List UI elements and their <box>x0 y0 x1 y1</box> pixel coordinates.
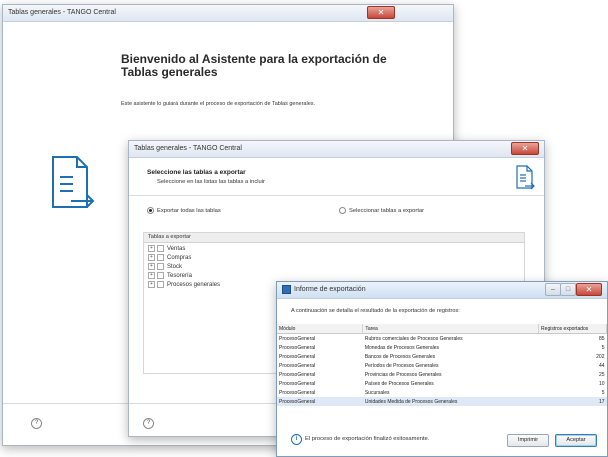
column-header[interactable]: Módulo <box>277 324 364 334</box>
select-window-title: Tablas generales - TANGO Central <box>134 145 242 152</box>
checkbox[interactable] <box>157 245 164 252</box>
table-row[interactable]: ProcesoGeneral Rubros comerciales de Pro… <box>277 334 607 344</box>
column-header[interactable]: Tarea <box>362 324 540 334</box>
radio-export-all[interactable]: Exportar todas las tablas <box>147 207 221 214</box>
radio-export-all-label: Exportar todas las tablas <box>157 208 221 215</box>
tree-item-label: Stock <box>167 264 183 271</box>
tree-item-tesoreria[interactable]: + Tesorería <box>148 272 192 279</box>
expand-icon[interactable]: + <box>148 263 155 270</box>
cell-task: Monedas de Procesos Generales <box>364 344 440 351</box>
table-row[interactable]: ProcesoGeneral Provincias de Procesos Ge… <box>277 370 607 379</box>
cell-task: Provincias de Procesos Generales <box>364 371 442 378</box>
checkbox[interactable] <box>157 281 164 288</box>
welcome-close-button[interactable]: ✕ <box>367 6 395 19</box>
tree-item-label: Tesorería <box>167 273 193 280</box>
table-row[interactable]: ProcesoGeneral Sucursales 5 <box>277 388 607 397</box>
radio-select-tables[interactable]: Seleccionar tablas a exportar <box>339 207 424 214</box>
minimize-button[interactable]: – <box>545 283 561 296</box>
report-table-header: Módulo Tarea Registros exportados <box>277 324 607 334</box>
expand-icon[interactable]: + <box>148 254 155 261</box>
cell-task: Países de Procesos Generales <box>364 380 434 387</box>
cell-module: ProcesoGeneral <box>279 371 316 378</box>
cell-count: 5 <box>601 344 605 351</box>
checkbox[interactable] <box>157 272 164 279</box>
radio-export-all-dot[interactable] <box>147 207 154 214</box>
export-report-window: Informe de exportación – □ ✕ A continuac… <box>276 281 608 457</box>
report-window-title: Informe de exportación <box>294 286 366 293</box>
tree-item-procesos-generales[interactable]: + Procesos generales <box>148 281 220 288</box>
cell-module: ProcesoGeneral <box>279 344 316 351</box>
radio-select-tables-label: Seleccionar tablas a exportar <box>349 208 425 215</box>
cell-task: Rubros comerciales de Procesos Generales <box>364 335 463 342</box>
cell-module: ProcesoGeneral <box>279 353 316 360</box>
select-heading: Seleccione las tablas a exportar <box>147 169 246 176</box>
checkbox[interactable] <box>157 263 164 270</box>
table-row[interactable]: ProcesoGeneral Monedas de Procesos Gener… <box>277 343 607 352</box>
table-row[interactable]: ProcesoGeneral Bancos de Procesos Genera… <box>277 352 607 361</box>
tree-item-label: Compras <box>167 255 192 262</box>
report-status: El proceso de exportación finalizó exito… <box>305 436 430 442</box>
cell-module: ProcesoGeneral <box>279 380 316 387</box>
document-export-icon <box>49 155 95 218</box>
select-help-icon[interactable]: ? <box>143 418 154 429</box>
accept-button[interactable]: Aceptar <box>555 434 597 447</box>
select-titlebar: Tablas generales - TANGO Central <box>129 141 544 158</box>
select-close-button[interactable]: ✕ <box>511 142 539 155</box>
maximize-button[interactable]: □ <box>560 283 576 296</box>
column-header[interactable]: Registros exportados <box>538 324 607 334</box>
cell-count: 10 <box>598 380 605 387</box>
expand-icon[interactable]: + <box>148 272 155 279</box>
report-app-icon <box>282 284 291 294</box>
print-button[interactable]: Imprimir <box>507 434 549 447</box>
expand-icon[interactable]: + <box>148 281 155 288</box>
welcome-help-icon[interactable]: ? <box>31 418 42 429</box>
cell-task: Bancos de Procesos Generales <box>364 353 436 360</box>
cell-count: 25 <box>598 371 605 378</box>
header-divider <box>129 195 544 196</box>
cell-task: Períodos de Procesos Generales <box>364 362 439 369</box>
report-table: Módulo Tarea Registros exportados Proces… <box>277 324 607 406</box>
radio-select-tables-dot[interactable] <box>339 207 346 214</box>
tables-tree-header: Tablas a exportar <box>144 233 524 243</box>
cell-count: 202 <box>596 353 605 360</box>
checkbox[interactable] <box>157 254 164 261</box>
tree-item-compras[interactable]: + Compras <box>148 254 191 261</box>
cell-task: Sucursales <box>364 389 390 396</box>
select-subheading: Seleccione en las listas las tablas a in… <box>157 179 265 185</box>
cell-task: Unidades Medida de Procesos Generales <box>362 397 539 406</box>
welcome-heading: Bienvenido al Asistente para la exportac… <box>121 52 387 79</box>
tree-item-label: Ventas <box>167 246 186 253</box>
cell-count: 5 <box>601 389 605 396</box>
cell-module: ProcesoGeneral <box>279 335 316 342</box>
cell-module: ProcesoGeneral <box>279 362 316 369</box>
welcome-body: Este asistente lo guiará durante el proc… <box>121 101 316 107</box>
table-row[interactable]: ProcesoGeneral Períodos de Procesos Gene… <box>277 361 607 370</box>
cell-module: ProcesoGeneral <box>279 389 316 396</box>
tree-item-stock[interactable]: + Stock <box>148 263 182 270</box>
cell-count: 85 <box>598 335 605 342</box>
tree-item-ventas[interactable]: + Ventas <box>148 245 185 252</box>
welcome-window-title: Tablas generales - TANGO Central <box>8 9 116 16</box>
cell-count: 17 <box>538 397 607 406</box>
tree-item-label: Procesos generales <box>167 282 221 289</box>
table-row[interactable]: ProcesoGeneral Países de Procesos Genera… <box>277 379 607 388</box>
header-document-icon <box>515 165 535 196</box>
info-icon: i <box>291 434 302 445</box>
report-intro: A continuación se detalla el resultado d… <box>291 308 460 314</box>
report-close-button[interactable]: ✕ <box>576 283 602 296</box>
cell-count: 44 <box>598 362 605 369</box>
cell-module: ProcesoGeneral <box>277 397 363 406</box>
table-row[interactable]: ProcesoGeneral Unidades Medida de Proces… <box>277 397 607 406</box>
expand-icon[interactable]: + <box>148 245 155 252</box>
